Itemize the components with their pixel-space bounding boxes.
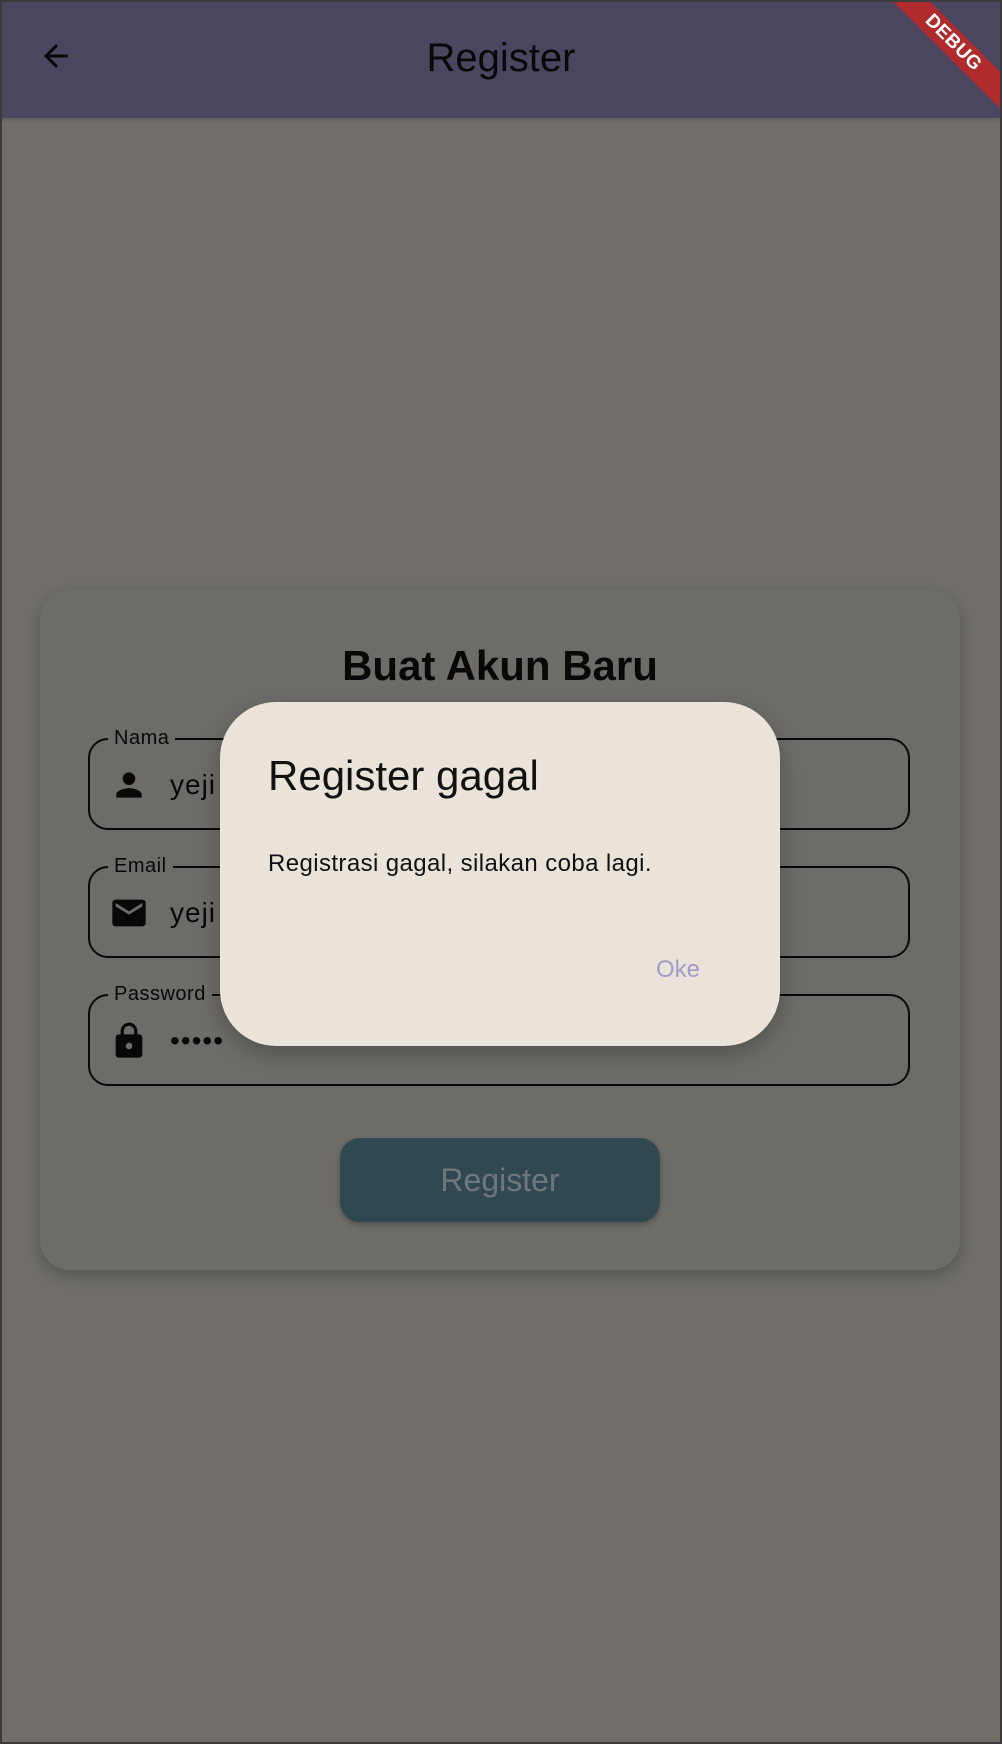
dialog-message: Registrasi gagal, silakan coba lagi. — [268, 850, 652, 877]
ok-button[interactable]: Oke — [646, 950, 710, 990]
error-dialog: Register gagal Registrasi gagal, silakan… — [220, 702, 780, 1046]
register-screen: Register DEBUG Buat Akun Baru Nama Email — [0, 0, 1002, 1744]
dialog-title: Register gagal — [268, 752, 539, 799]
